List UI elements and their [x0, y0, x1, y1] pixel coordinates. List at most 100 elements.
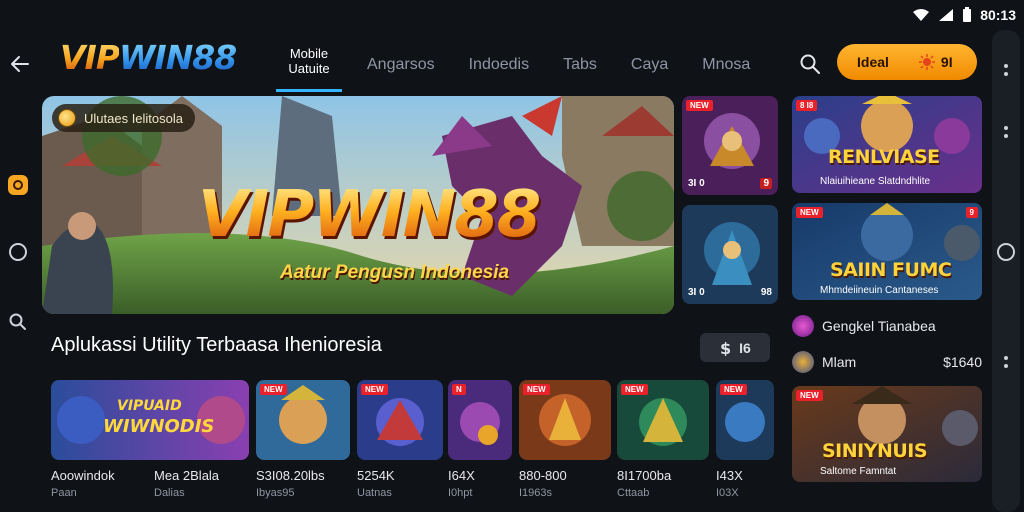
search-icon[interactable] — [8, 312, 28, 332]
right-rail — [988, 30, 1024, 512]
game-card[interactable]: NEW — [256, 380, 350, 460]
app-shortcut-icon[interactable] — [8, 175, 28, 195]
thumb-corner: 98 — [760, 287, 772, 298]
search-icon[interactable] — [798, 52, 822, 76]
card-subtitle: Paan — [51, 487, 77, 499]
right-scroll-panel[interactable] — [992, 30, 1020, 512]
card-subtitle: I03X — [716, 487, 739, 499]
card-title: S3I08.20lbs — [256, 468, 325, 483]
list-item-value: $1640 — [943, 354, 982, 370]
card-subtitle: Ibyas95 — [256, 487, 295, 499]
thumb-count: 3I 0 — [688, 178, 705, 189]
menu-dot-icon — [1004, 72, 1008, 76]
tab-tabs[interactable]: Tabs — [563, 40, 597, 74]
card-title: Mea 2Blala — [154, 468, 220, 483]
login-button[interactable]: Ideal 9I — [837, 44, 977, 80]
svg-text:$: $ — [720, 340, 731, 356]
dollar-icon: $ — [720, 340, 731, 356]
logo-text-win: WIN88 — [119, 38, 237, 77]
game-card[interactable]: VIPUAID WIWNODIS — [51, 380, 249, 460]
tab-mobile[interactable]: Mobile Uatuite — [276, 40, 342, 92]
hero-title: VIPWIN88 — [198, 178, 541, 252]
card-title: I43X — [716, 468, 743, 483]
card-subtitle: Uatnas — [357, 487, 392, 499]
hero-thumb[interactable]: NEW 3I 0 9 — [682, 96, 778, 195]
status-bar: 80:13 — [844, 0, 1024, 30]
game-card[interactable]: NEW — [519, 380, 611, 460]
promo-card[interactable]: NEW 9 SAIIN FUMC Mhmdeiineuin Cantaneses — [792, 203, 982, 300]
list-item[interactable]: Gengkel Tianabea — [792, 312, 982, 340]
card-subtitle: I1963s — [519, 487, 553, 499]
promo-title: RENLVIASE — [828, 146, 940, 168]
card-art-text: VIPUAID — [117, 398, 182, 414]
nav-circle-icon[interactable] — [997, 243, 1015, 261]
new-badge: NEW — [523, 384, 550, 395]
card-subtitle: Dalias — [154, 487, 185, 499]
tab-label: Mobile — [289, 46, 329, 61]
new-badge: NEW — [686, 100, 713, 111]
hero-thumb[interactable]: 3I 0 98 — [682, 205, 778, 304]
tab-mnosa[interactable]: Mnosa — [702, 40, 750, 74]
avatar — [792, 315, 814, 337]
card-title: 8I1700ba — [617, 468, 672, 483]
status-time: 80:13 — [980, 7, 1016, 23]
menu-dot-icon — [1004, 126, 1008, 130]
cta-balance: 9I — [918, 54, 953, 70]
thumb-corner: 9 — [760, 178, 772, 189]
header: VIPWIN88 Mobile Uatuite Angarsos Indoedi… — [38, 30, 986, 92]
menu-dot-icon — [1004, 356, 1008, 360]
hero-banner[interactable]: Ulutaes Ielitosola VIPWIN88 Aatur Pengus… — [42, 96, 674, 314]
card-title: I64X — [448, 468, 475, 483]
cta-value: 9I — [940, 54, 953, 70]
new-badge: NEW — [796, 207, 823, 218]
new-badge: NEW — [796, 390, 823, 401]
card-title: Aoowindok — [51, 468, 115, 483]
card-title: 5254K — [357, 468, 395, 483]
new-badge: NEW — [361, 384, 388, 395]
hero-chip-label: Ulutaes Ielitosola — [84, 110, 183, 126]
tab-indoedis[interactable]: Indoedis — [469, 40, 530, 74]
cta-label: Ideal — [857, 54, 889, 70]
signal-icon — [939, 9, 954, 21]
hero-chip[interactable]: Ulutaes Ielitosola — [52, 104, 195, 132]
list-item[interactable]: Mlam $1640 — [792, 348, 982, 376]
sun-icon — [918, 54, 935, 70]
new-badge: NEW — [260, 384, 287, 395]
promo-badge: 8 I8 — [796, 100, 818, 111]
top-nav: Mobile Uatuite Angarsos Indoedis Tabs Ca… — [276, 40, 784, 92]
card-subtitle: Cttaab — [617, 487, 650, 499]
list-item-label: Mlam — [822, 354, 857, 370]
tab-label: Uatuite — [288, 61, 330, 76]
tab-angarsos[interactable]: Angarsos — [367, 40, 435, 74]
tab-caya[interactable]: Caya — [631, 40, 668, 74]
see-all-button[interactable]: $ I6 — [700, 333, 770, 362]
card-subtitle: I0hpt — [448, 487, 473, 499]
game-card[interactable]: NEW — [716, 380, 774, 460]
hero-subtitle: Aatur Pengusn Indonesia — [280, 262, 510, 283]
promo-card[interactable]: 8 I8 RENLVIASE Nlaiuihieane Slatdndhlite — [792, 96, 982, 193]
game-card[interactable]: NEW — [357, 380, 443, 460]
coin-icon — [58, 109, 76, 127]
promo-subtitle: Mhmdeiineuin Cantaneses — [820, 285, 939, 296]
avatar — [792, 351, 814, 373]
menu-dot-icon — [1004, 64, 1008, 68]
promo-badge: 9 — [965, 207, 978, 218]
see-all-label: I6 — [739, 339, 751, 356]
promo-title: SINIYNUIS — [822, 440, 928, 462]
wifi-icon — [913, 9, 930, 21]
thumb-count: 3I 0 — [688, 287, 705, 298]
new-badge: N — [452, 384, 466, 395]
game-card[interactable]: N — [448, 380, 512, 460]
home-circle-icon[interactable] — [9, 243, 27, 261]
menu-dot-icon — [1004, 364, 1008, 368]
new-badge: NEW — [720, 384, 747, 395]
battery-icon — [963, 7, 972, 22]
game-card[interactable]: NEW — [617, 380, 709, 460]
brand-logo[interactable]: VIPWIN88 — [60, 38, 237, 77]
promo-subtitle: Saltome Famntat — [820, 466, 897, 477]
card-art-text: WIWNODIS — [103, 416, 215, 437]
promo-subtitle: Nlaiuihieane Slatdndhlite — [820, 176, 931, 187]
logo-text-vip: VIP — [60, 38, 120, 77]
promo-card[interactable]: NEW SINIYNUIS Saltome Famntat — [792, 386, 982, 482]
back-arrow-icon[interactable] — [8, 52, 32, 76]
